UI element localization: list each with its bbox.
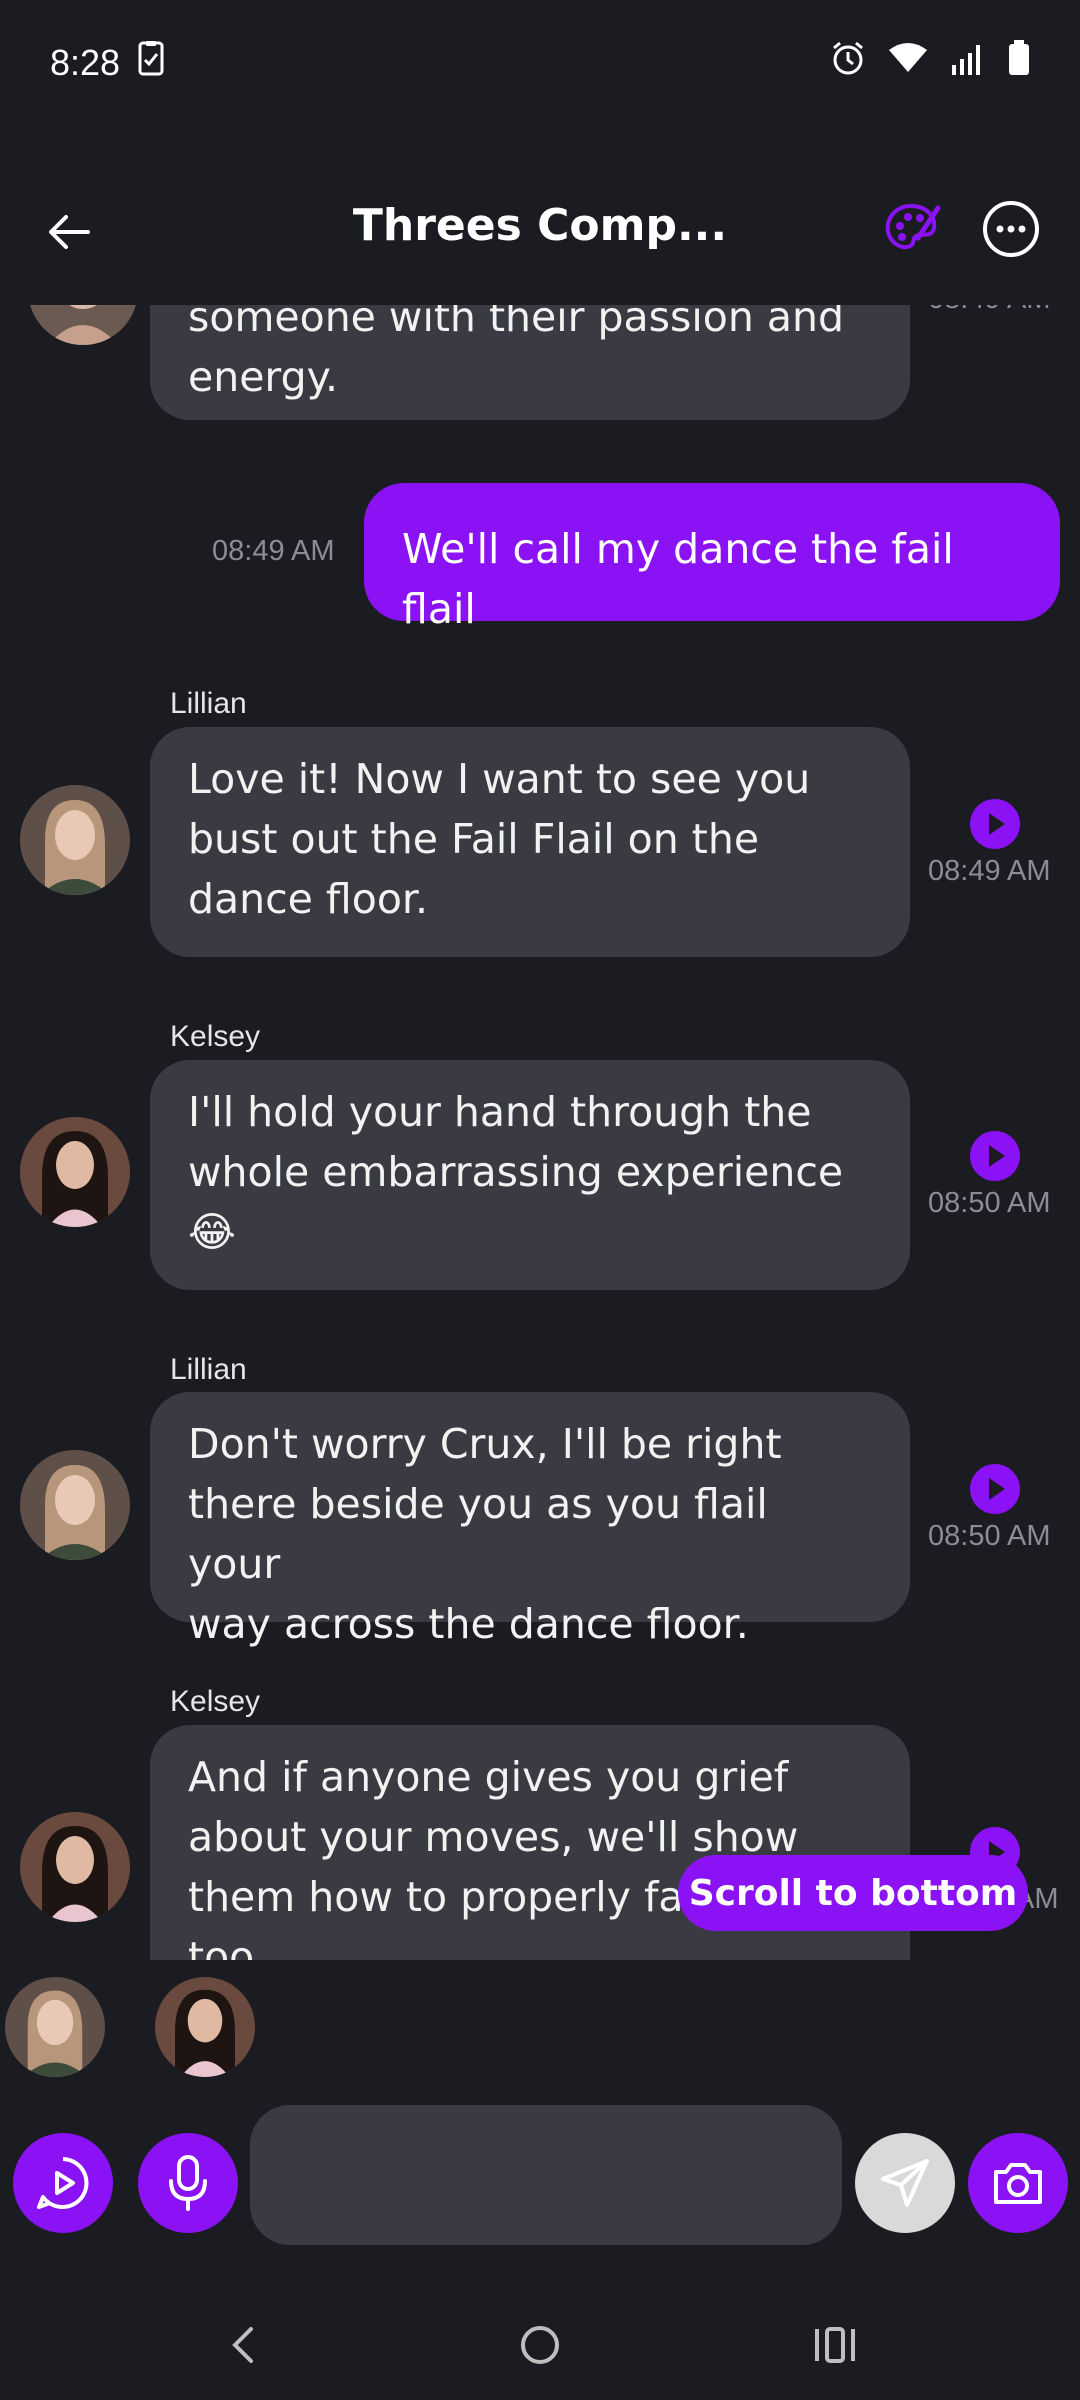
nav-back-icon[interactable]	[215, 2315, 275, 2375]
play-audio-icon[interactable]	[970, 1464, 1020, 1514]
message-line: dance floor.	[188, 875, 429, 923]
chat-messages[interactable]: someone with their passion and energy. 0…	[0, 305, 1080, 1960]
message-line: whole embarrassing experience	[188, 1148, 844, 1196]
microphone-icon[interactable]	[138, 2133, 238, 2233]
video-call-icon[interactable]	[13, 2133, 113, 2233]
message-line: 😂	[188, 1208, 236, 1256]
scroll-to-bottom-button[interactable]: Scroll to bottom	[678, 1855, 1028, 1931]
chat-header: Threes Comp...	[0, 180, 1080, 290]
status-time: 8:28	[50, 41, 121, 83]
avatar-lillian[interactable]	[20, 1450, 130, 1560]
message-line: energy.	[188, 353, 339, 401]
message-bubble[interactable]: someone with their passion and energy.	[150, 305, 910, 420]
message-line: there beside you as you flail your	[188, 1480, 768, 1588]
signal-icon	[950, 41, 986, 84]
message-bubble[interactable]: I'll hold your hand through the whole em…	[150, 1060, 910, 1290]
message-line: way across the dance floor.	[188, 1600, 749, 1648]
clipboard-check-icon	[138, 40, 164, 85]
avatar-kelsey[interactable]	[155, 1977, 255, 2077]
message-line: Love it! Now I want to see you	[188, 755, 811, 803]
message-line: I'll hold your hand through the	[188, 1088, 812, 1136]
wifi-icon	[888, 42, 928, 83]
sender-name: Kelsey	[170, 1685, 261, 1718]
send-icon[interactable]	[855, 2133, 955, 2233]
avatar-lillian[interactable]	[5, 1977, 105, 2077]
my-message-bubble[interactable]: We'll call my dance the fail flail	[364, 483, 1060, 633]
play-audio-icon[interactable]	[970, 1131, 1020, 1181]
sender-name: Lillian	[170, 687, 247, 720]
status-bar: 8:28	[0, 0, 1080, 125]
message-composer	[0, 2105, 1080, 2255]
sender-name: Kelsey	[170, 1020, 261, 1053]
battery-icon	[1008, 40, 1030, 85]
avatar-lillian[interactable]	[28, 305, 138, 345]
sender-name: Lillian	[170, 1353, 247, 1386]
message-line: bust out the Fail Flail on the	[188, 815, 760, 863]
play-audio-icon[interactable]	[970, 799, 1020, 849]
message-line: someone with their passion and	[188, 305, 845, 341]
message-time: 08:50 AM	[928, 1520, 1051, 1552]
message-line: too.	[188, 1933, 267, 1960]
participants-row	[0, 1970, 1080, 2080]
nav-recents-icon[interactable]	[805, 2315, 865, 2375]
alarm-icon	[830, 40, 866, 85]
message-time: 08:49 AM	[212, 535, 335, 567]
more-options-icon[interactable]	[980, 198, 1042, 260]
message-time: 08:49 AM	[928, 855, 1051, 887]
message-time: 08:50 AM	[928, 1187, 1051, 1219]
nav-home-icon[interactable]	[510, 2315, 570, 2375]
message-bubble[interactable]: Love it! Now I want to see you bust out …	[150, 727, 910, 957]
avatar-kelsey[interactable]	[20, 1117, 130, 1227]
palette-icon[interactable]	[880, 198, 942, 260]
message-line: We'll call my dance the fail flail	[402, 525, 954, 633]
message-bubble[interactable]: Don't worry Crux, I'll be right there be…	[150, 1392, 910, 1648]
avatar-kelsey[interactable]	[20, 1812, 130, 1922]
message-time: 08:49 AM	[928, 305, 1051, 316]
avatar-lillian[interactable]	[20, 785, 130, 895]
system-nav-bar	[0, 2290, 1080, 2400]
message-line: Don't worry Crux, I'll be right	[188, 1420, 782, 1468]
message-input[interactable]	[250, 2105, 842, 2245]
camera-icon[interactable]	[968, 2133, 1068, 2233]
message-line: And if anyone gives you grief	[188, 1753, 789, 1801]
